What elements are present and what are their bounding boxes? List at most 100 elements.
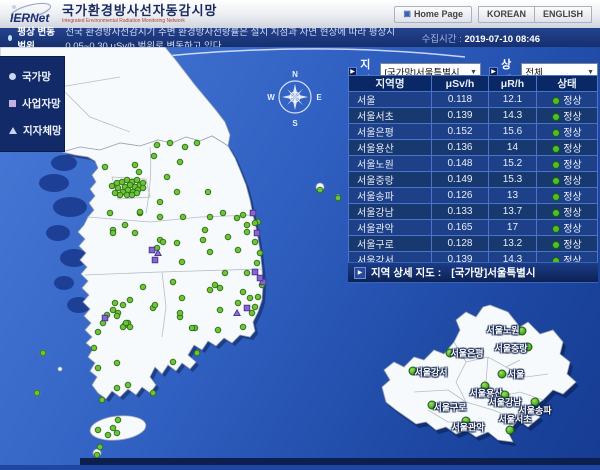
station-marker-national[interactable]	[235, 247, 241, 253]
station-marker-national[interactable]	[120, 302, 126, 308]
station-marker-national[interactable]	[182, 144, 188, 150]
station-marker-national[interactable]	[257, 250, 263, 256]
table-row[interactable]: 서울중랑0.14915.3정상	[349, 172, 598, 188]
station-marker-national[interactable]	[115, 417, 121, 423]
station-marker-national[interactable]	[177, 310, 183, 316]
iernet-logo[interactable]: IERNet	[8, 2, 54, 26]
station-marker-national[interactable]	[136, 169, 142, 175]
station-marker-operator[interactable]	[102, 315, 108, 321]
station-marker-national[interactable]	[240, 324, 246, 330]
station-marker-national[interactable]	[99, 397, 105, 403]
station-marker-national[interactable]	[174, 240, 180, 246]
station-marker-national[interactable]	[140, 284, 146, 290]
station-marker-national[interactable]	[160, 239, 166, 245]
station-marker-national[interactable]	[217, 307, 223, 313]
station-marker-national[interactable]	[95, 427, 101, 433]
station-marker-national[interactable]	[252, 239, 258, 245]
table-row[interactable]: 서울송파0.12613정상	[349, 188, 598, 204]
station-marker-national[interactable]	[122, 222, 128, 228]
station-marker-national[interactable]	[252, 304, 258, 310]
table-row[interactable]: 서울용산0.13614정상	[349, 140, 598, 156]
station-marker-national[interactable]	[151, 153, 157, 159]
station-marker-national[interactable]	[215, 327, 221, 333]
station-marker-national[interactable]	[117, 192, 123, 198]
station-marker-operator[interactable]	[244, 305, 250, 311]
station-marker-national[interactable]	[207, 249, 213, 255]
station-marker-national[interactable]	[114, 313, 120, 319]
station-marker-national[interactable]	[127, 297, 133, 303]
station-marker-national[interactable]	[137, 209, 143, 215]
station-marker-national[interactable]	[194, 350, 200, 356]
station-marker-national[interactable]	[189, 325, 195, 331]
station-marker-national[interactable]	[125, 382, 131, 388]
station-marker-national[interactable]	[174, 189, 180, 195]
station-marker-national[interactable]	[247, 295, 253, 301]
station-marker-national[interactable]	[205, 189, 211, 195]
station-marker-national[interactable]	[170, 359, 176, 365]
station-marker-national[interactable]	[109, 183, 115, 189]
table-row[interactable]: 서울서초0.13914.3정상	[349, 108, 598, 124]
station-marker-national[interactable]	[240, 212, 246, 218]
station-marker-national[interactable]	[177, 159, 183, 165]
station-marker-national[interactable]	[207, 287, 213, 293]
station-marker-operator[interactable]	[254, 230, 260, 236]
station-marker-national[interactable]	[180, 214, 186, 220]
station-marker-national[interactable]	[152, 302, 158, 308]
station-marker-national[interactable]	[132, 162, 138, 168]
station-marker-national[interactable]	[234, 215, 240, 221]
station-marker-national[interactable]	[202, 227, 208, 233]
district-marker[interactable]	[498, 370, 507, 379]
station-marker-national[interactable]	[200, 237, 206, 243]
station-marker-national[interactable]	[244, 229, 250, 235]
table-row[interactable]: 서울강남0.13313.7정상	[349, 204, 598, 220]
station-marker-national[interactable]	[164, 174, 170, 180]
station-marker-national[interactable]	[112, 300, 118, 306]
table-row[interactable]: 서울구로0.12813.2정상	[349, 236, 598, 252]
english-button[interactable]: ENGLISH	[534, 6, 592, 23]
station-marker-national[interactable]	[95, 365, 101, 371]
station-marker-national[interactable]	[150, 390, 156, 396]
station-marker-national[interactable]	[95, 329, 101, 335]
station-marker-national[interactable]	[170, 279, 176, 285]
station-marker-national[interactable]	[335, 195, 341, 201]
station-marker-national[interactable]	[240, 289, 246, 295]
station-marker-operator[interactable]	[250, 210, 256, 216]
station-marker-national[interactable]	[157, 214, 163, 220]
station-marker-national[interactable]	[110, 425, 116, 431]
station-marker-national[interactable]	[194, 140, 200, 146]
station-marker-national[interactable]	[114, 360, 120, 366]
sidebar-item-operator[interactable]: 사업자망	[0, 90, 64, 117]
station-marker-national[interactable]	[154, 142, 160, 148]
station-marker-national[interactable]	[179, 295, 185, 301]
station-marker-national[interactable]	[123, 320, 129, 326]
table-row[interactable]: 서울노원0.14815.2정상	[349, 156, 598, 172]
station-marker-national[interactable]	[91, 345, 97, 351]
station-marker-national[interactable]	[222, 270, 228, 276]
table-row[interactable]: 서울0.11812.1정상	[349, 92, 598, 108]
station-marker-national[interactable]	[134, 190, 140, 196]
station-marker-national[interactable]	[140, 185, 146, 191]
district-marker[interactable]	[506, 426, 515, 435]
station-marker-national[interactable]	[167, 140, 173, 146]
station-marker-national[interactable]	[207, 214, 213, 220]
station-marker-national[interactable]	[94, 452, 100, 458]
station-marker-national[interactable]	[105, 432, 111, 438]
station-marker-national[interactable]	[110, 230, 116, 236]
station-marker-national[interactable]	[114, 430, 120, 436]
station-marker-operator[interactable]	[152, 257, 158, 263]
station-marker-national[interactable]	[225, 234, 231, 240]
korean-button[interactable]: KOREAN	[478, 6, 534, 23]
station-marker-national[interactable]	[102, 164, 108, 170]
sidebar-item-local-gov[interactable]: 지자체망	[0, 117, 64, 144]
station-marker-operator[interactable]	[257, 275, 263, 281]
station-marker-national[interactable]	[179, 259, 185, 265]
station-marker-national[interactable]	[107, 210, 113, 216]
station-marker-national[interactable]	[317, 187, 323, 193]
table-row[interactable]: 서울관악0.16517정상	[349, 220, 598, 236]
station-marker-national[interactable]	[132, 230, 138, 236]
table-row[interactable]: 서울은평0.15215.6정상	[349, 124, 598, 140]
sidebar-item-national[interactable]: 국가망	[0, 63, 64, 90]
station-marker-national[interactable]	[217, 285, 223, 291]
station-marker-national[interactable]	[34, 390, 40, 396]
home-page-button[interactable]: ▣ Home Page	[394, 6, 472, 23]
